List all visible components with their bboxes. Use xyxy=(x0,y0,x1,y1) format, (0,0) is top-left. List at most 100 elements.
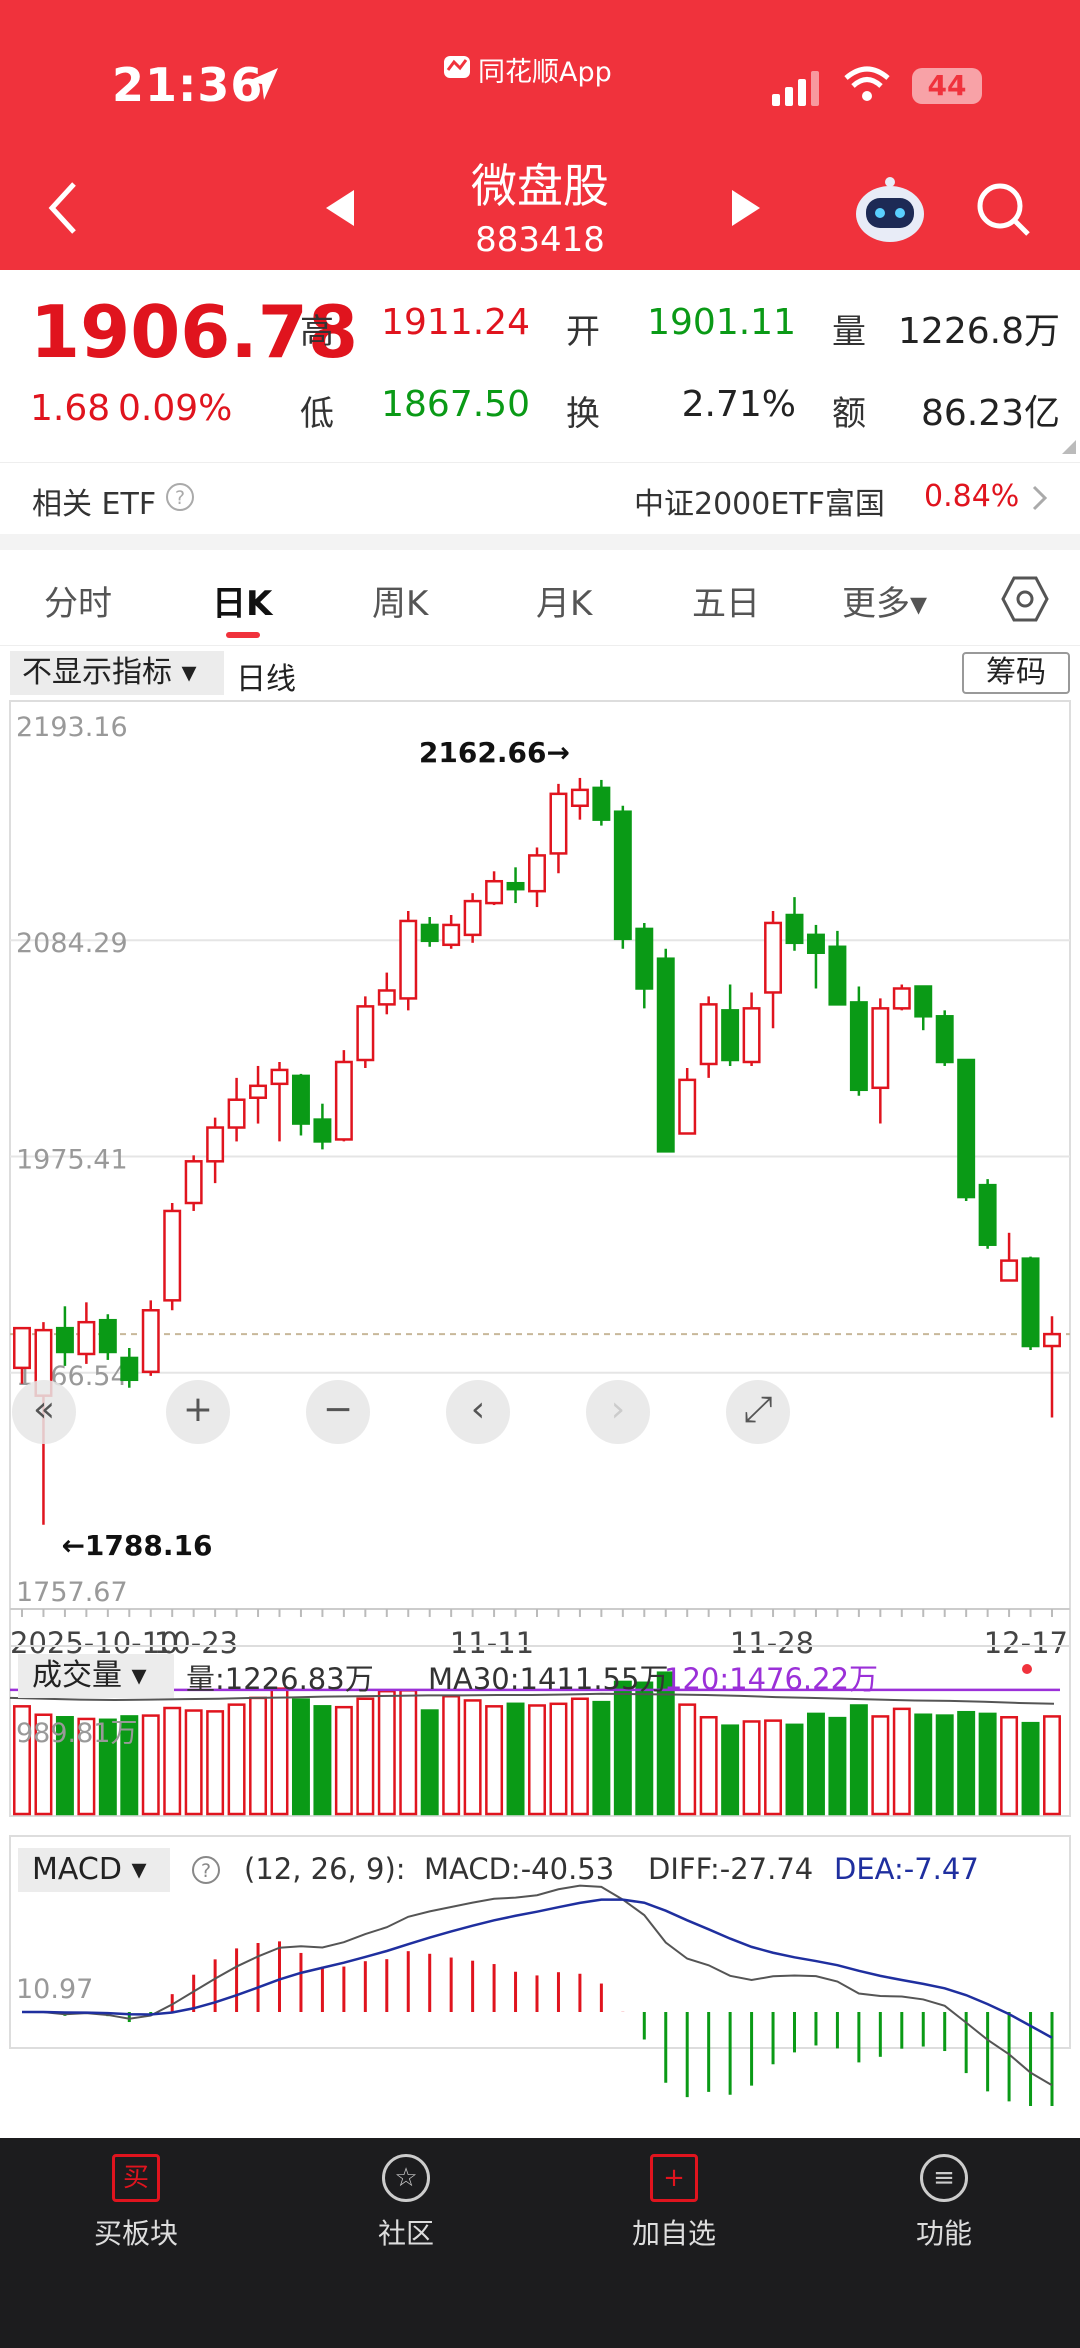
nav-functions[interactable]: ≡ 功能 xyxy=(874,2154,1014,2252)
volume-bar xyxy=(249,1696,268,1816)
macd-help-icon[interactable]: ? xyxy=(190,1854,222,1886)
volume-bar xyxy=(506,1702,525,1816)
candle-body xyxy=(55,1326,74,1354)
candle-body xyxy=(163,1209,182,1302)
amount-label: 额 xyxy=(832,394,866,434)
turnover-label: 换 xyxy=(566,394,600,434)
kline-chart-area[interactable]: 不显示指标 ▾ 日线 筹码 2193.16 2084.29 1975.41 1866.… xyxy=(0,646,1080,2106)
rewind-button[interactable]: « xyxy=(12,1380,76,1444)
active-tab-indicator xyxy=(226,632,260,638)
volume-bar xyxy=(356,1697,375,1816)
volume-bar xyxy=(549,1702,568,1816)
kline-frame xyxy=(9,700,1071,1647)
candle-body xyxy=(184,1160,203,1205)
amount-value: 86.23亿 xyxy=(920,393,1060,434)
tab-five-day[interactable]: 五日 xyxy=(692,576,760,625)
volume-bar xyxy=(1021,1721,1040,1816)
candle-body xyxy=(1021,1257,1040,1348)
x-axis-label: 11-28 xyxy=(730,1626,814,1660)
tab-monthly-k[interactable]: 月K xyxy=(536,576,592,625)
fullscreen-button[interactable]: ⤢ xyxy=(726,1380,790,1444)
nav-community[interactable]: ☆ 社区 xyxy=(336,2154,476,2252)
add-icon: + xyxy=(650,2154,698,2202)
volume-axis-label: 989.81万 xyxy=(16,1718,137,1749)
candle-body xyxy=(506,881,525,891)
candle-body xyxy=(120,1356,139,1382)
tab-intraday[interactable]: 分时 xyxy=(44,576,112,625)
candle-body xyxy=(13,1326,31,1370)
next-stock-icon[interactable] xyxy=(728,188,764,228)
nav-community-label: 社区 xyxy=(377,2217,434,2250)
candle-body xyxy=(570,788,589,808)
volume-bar xyxy=(978,1712,997,1816)
candle-body xyxy=(742,1007,761,1064)
candle-body xyxy=(270,1068,289,1086)
stock-code: 883418 xyxy=(475,220,605,260)
volume-bar xyxy=(1043,1715,1061,1816)
volume-bar xyxy=(399,1689,418,1816)
buy-icon: 买 xyxy=(112,2154,160,2202)
etf-name: 中证2000ETF富国 xyxy=(634,487,885,522)
volume-bar xyxy=(184,1709,203,1816)
volume-bar xyxy=(742,1720,761,1816)
settings-hexagon-icon[interactable] xyxy=(1000,574,1050,624)
volume-bar xyxy=(828,1716,847,1816)
nav-add-watchlist[interactable]: + 加自选 xyxy=(604,2154,744,2252)
price-change-pct: 0.09% xyxy=(118,388,233,429)
volume-value: 1226.8万 xyxy=(898,311,1060,352)
scroll-right-button[interactable]: › xyxy=(586,1380,650,1444)
candle-body xyxy=(377,989,396,1006)
robot-assistant-icon[interactable] xyxy=(852,172,928,248)
y-axis-label: 1757.67 xyxy=(16,1577,128,1608)
min-price-marker: ←1788.16 xyxy=(61,1529,212,1562)
candle-body xyxy=(77,1320,96,1356)
candle-body xyxy=(420,923,439,943)
candle-body xyxy=(613,810,632,941)
prev-stock-icon[interactable] xyxy=(322,188,358,228)
back-icon[interactable] xyxy=(44,178,84,238)
svg-text:?: ? xyxy=(201,1860,211,1882)
candle-body xyxy=(1043,1332,1061,1348)
volume-bar xyxy=(442,1694,461,1816)
zoom-in-button[interactable]: + xyxy=(166,1380,230,1444)
macd-dropdown[interactable]: MACD ▾ xyxy=(18,1848,170,1892)
volume-dropdown[interactable]: 成交量 ▾ xyxy=(18,1654,174,1698)
nav-buy-sector[interactable]: 买 买板块 xyxy=(66,2154,206,2252)
candle-body xyxy=(785,913,804,945)
volume-bar xyxy=(635,1681,654,1816)
svg-text:?: ? xyxy=(175,487,185,509)
candle-body xyxy=(957,1058,976,1199)
candle-body xyxy=(463,899,482,937)
volume-bar xyxy=(892,1707,911,1816)
tab-daily-k[interactable]: 日K xyxy=(212,576,272,625)
candle-body xyxy=(699,1003,718,1066)
app-header: 21:36 同花顺App 44 微盘股 883418 xyxy=(0,0,1080,270)
candle-body xyxy=(678,1078,697,1135)
search-icon[interactable] xyxy=(974,180,1034,240)
signal-icon xyxy=(772,71,819,106)
zoom-out-button[interactable]: − xyxy=(306,1380,370,1444)
scroll-left-button[interactable]: ‹ xyxy=(446,1380,510,1444)
related-etf-row[interactable]: 相关 ETF ? 中证2000ETF富国 0.84% xyxy=(0,462,1080,532)
volume-bar xyxy=(699,1716,718,1816)
expand-corner-icon[interactable] xyxy=(1062,440,1076,454)
x-axis-label: 11-11 xyxy=(450,1626,534,1660)
candle-body xyxy=(313,1118,332,1143)
nav-buy-label: 买板块 xyxy=(93,2217,178,2250)
nav-functions-label: 功能 xyxy=(915,2217,972,2250)
open-label: 开 xyxy=(566,312,600,352)
candle-body xyxy=(528,854,546,893)
volume-bar xyxy=(957,1710,976,1816)
volume-bar xyxy=(463,1699,482,1816)
volume-bar xyxy=(291,1698,310,1816)
candle-body xyxy=(656,957,675,1153)
tab-more[interactable]: 更多▾ xyxy=(842,576,927,625)
chevron-right-icon xyxy=(1032,485,1048,511)
volume-bar xyxy=(764,1719,783,1816)
tab-weekly-k[interactable]: 周K xyxy=(372,576,428,625)
volume-bar xyxy=(420,1709,439,1816)
help-icon[interactable]: ? xyxy=(164,481,196,513)
candle-body xyxy=(849,1001,868,1092)
volume-bar xyxy=(721,1724,740,1816)
stock-name: 微盘股 xyxy=(471,159,609,213)
